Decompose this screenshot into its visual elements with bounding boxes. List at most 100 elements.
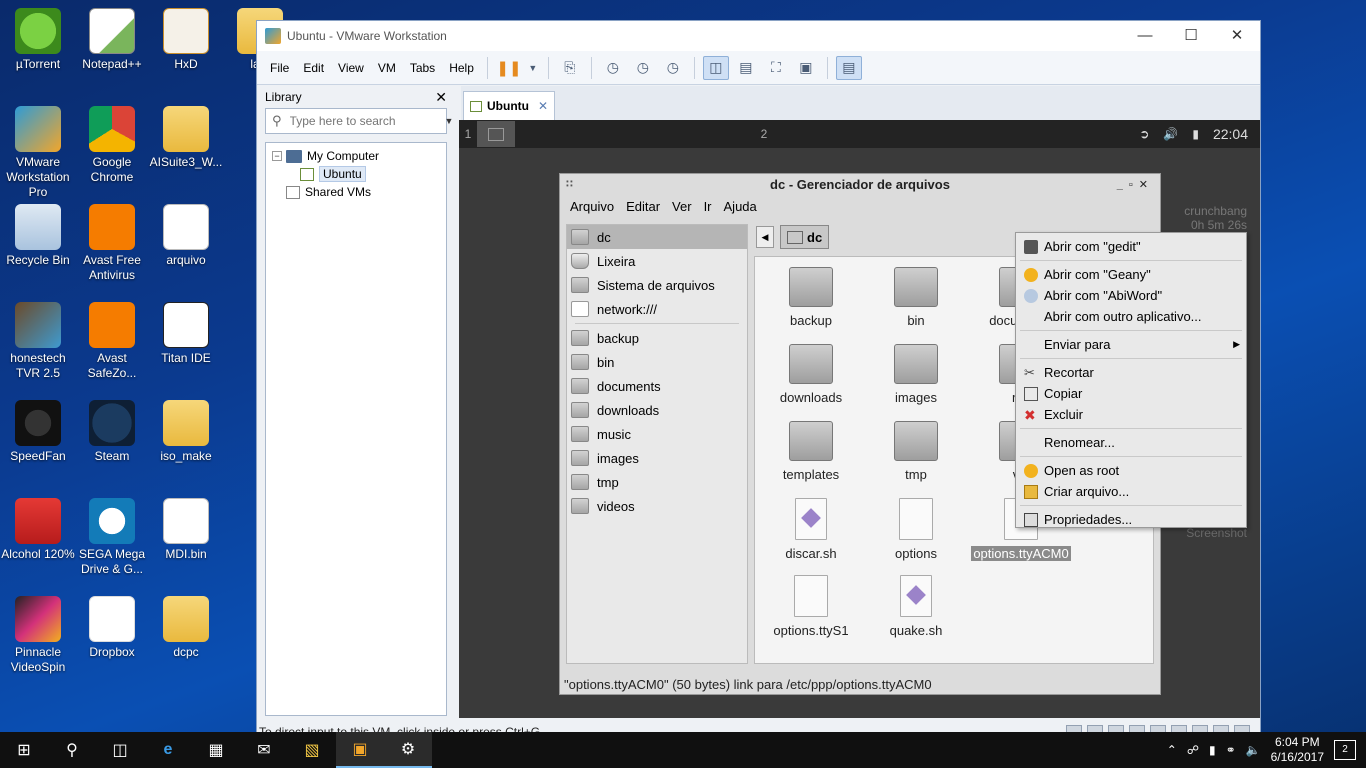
volume-icon[interactable]: 🔈: [1246, 743, 1261, 757]
file-item[interactable]: backup: [759, 267, 863, 328]
wifi-icon[interactable]: ⚭: [1226, 743, 1236, 757]
window-menu-icon[interactable]: ∷: [566, 179, 573, 190]
desktop-icon[interactable]: iso_make: [148, 400, 224, 464]
sidebar-bookmark[interactable]: backup: [567, 326, 747, 350]
close-button[interactable]: ✕: [1214, 21, 1260, 51]
ctx-open-other[interactable]: Abrir com outro aplicativo...: [1016, 306, 1246, 327]
sidebar-item-network[interactable]: network:///: [567, 297, 747, 321]
tree-ubuntu[interactable]: Ubuntu: [272, 165, 440, 183]
file-item[interactable]: downloads: [759, 344, 863, 405]
sidebar-item-home[interactable]: dc: [567, 225, 747, 249]
workspace-window-button[interactable]: [477, 121, 515, 147]
guest-screen[interactable]: 1 2 ➲ 🔊 ▮ 22:04 crunchbang 0h 5m 26s Scr…: [459, 120, 1260, 718]
desktop-icon[interactable]: Dropbox: [74, 596, 150, 660]
ctx-delete[interactable]: ✖ Excluir: [1016, 404, 1246, 425]
menu-view[interactable]: View: [331, 61, 371, 75]
revert-snapshot-icon[interactable]: ◷: [630, 56, 656, 80]
tree-shared-vms[interactable]: Shared VMs: [272, 183, 440, 201]
menu-ajuda[interactable]: Ajuda: [718, 199, 763, 214]
maximize-button[interactable]: ☐: [1168, 21, 1214, 51]
sidebar-bookmark[interactable]: videos: [567, 494, 747, 518]
tree-my-computer[interactable]: − My Computer: [272, 147, 440, 165]
menu-editar[interactable]: Editar: [620, 199, 666, 214]
battery-icon[interactable]: ▮: [1192, 127, 1199, 141]
search-input[interactable]: [289, 114, 445, 128]
close-tab-icon[interactable]: ✕: [538, 99, 548, 113]
ctx-send-to[interactable]: Enviar para ▶: [1016, 334, 1246, 355]
battery-icon[interactable]: ▮: [1209, 743, 1216, 757]
network-status-icon[interactable]: ☍: [1187, 743, 1199, 757]
ctx-create-file[interactable]: Criar arquivo...: [1016, 481, 1246, 502]
desktop-icon[interactable]: Pinnacle VideoSpin: [0, 596, 76, 675]
paint-taskbar-icon[interactable]: ⚙: [384, 732, 432, 768]
thumbnail-view-icon[interactable]: ▤: [733, 56, 759, 80]
desktop-icon[interactable]: Alcohol 120%: [0, 498, 76, 562]
desktop-icon[interactable]: HxD: [148, 8, 224, 72]
console-view-icon[interactable]: ▤: [835, 55, 862, 80]
ctx-open-abiword[interactable]: Abrir com "AbiWord": [1016, 285, 1246, 306]
collapse-icon[interactable]: −: [272, 151, 282, 161]
window-buttons[interactable]: _▫✕: [1117, 178, 1154, 191]
desktop-icon[interactable]: Avast SafeZo...: [74, 302, 150, 381]
desktop-icon[interactable]: MDI.bin: [148, 498, 224, 562]
sidebar-bookmark[interactable]: music: [567, 422, 747, 446]
chevron-down-icon[interactable]: ▼: [526, 56, 540, 80]
ctx-copy[interactable]: Copiar: [1016, 383, 1246, 404]
file-explorer-icon[interactable]: ▧: [288, 732, 336, 768]
desktop-icon[interactable]: Google Chrome: [74, 106, 150, 185]
file-item[interactable]: discar.sh: [759, 498, 863, 561]
file-item[interactable]: tmp: [864, 421, 968, 482]
tab-ubuntu[interactable]: Ubuntu ✕: [463, 91, 555, 120]
windows-start-icon[interactable]: ⊞: [0, 732, 48, 768]
sidebar-bookmark[interactable]: tmp: [567, 470, 747, 494]
desktop-icon[interactable]: Recycle Bin: [0, 204, 76, 268]
desktop-icon[interactable]: dcpc: [148, 596, 224, 660]
file-item[interactable]: templates: [759, 421, 863, 482]
edge-icon[interactable]: e: [144, 732, 192, 768]
chevron-down-icon[interactable]: ▼: [445, 116, 454, 126]
search-icon[interactable]: ⚲: [48, 732, 96, 768]
ctx-open-gedit[interactable]: Abrir com "gedit": [1016, 236, 1246, 257]
menu-vm[interactable]: VM: [371, 61, 403, 75]
file-item[interactable]: bin: [864, 267, 968, 328]
ctx-open-root[interactable]: Open as root: [1016, 460, 1246, 481]
file-item[interactable]: options.ttyS1: [759, 575, 863, 638]
snapshot-manager-icon[interactable]: ◷: [660, 56, 686, 80]
snapshot-icon[interactable]: ◷: [600, 56, 626, 80]
menu-help[interactable]: Help: [442, 61, 481, 75]
minimize-button[interactable]: —: [1122, 21, 1168, 51]
fullscreen-icon[interactable]: ⛶: [763, 56, 789, 80]
network-icon[interactable]: ➲: [1139, 127, 1149, 141]
workspace-1[interactable]: 1: [459, 127, 477, 141]
vmware-taskbar-icon[interactable]: ▣: [336, 732, 384, 768]
ctx-properties[interactable]: Propriedades...: [1016, 509, 1246, 530]
menu-file[interactable]: File: [263, 61, 296, 75]
sidebar-item-trash[interactable]: Lixeira: [567, 249, 747, 273]
action-center-icon[interactable]: 2: [1334, 740, 1356, 760]
ctx-open-geany[interactable]: Abrir com "Geany": [1016, 264, 1246, 285]
menu-ver[interactable]: Ver: [666, 199, 698, 214]
desktop-icon[interactable]: Avast Free Antivirus: [74, 204, 150, 283]
workspace-2[interactable]: 2: [755, 127, 773, 141]
sidebar-bookmark[interactable]: downloads: [567, 398, 747, 422]
volume-icon[interactable]: 🔊: [1163, 127, 1178, 141]
file-item[interactable]: options: [864, 498, 968, 561]
menu-tabs[interactable]: Tabs: [403, 61, 442, 75]
desktop-icon[interactable]: Steam: [74, 400, 150, 464]
pause-icon[interactable]: ❚❚: [496, 56, 522, 80]
desktop-icon[interactable]: arquivo: [148, 204, 224, 268]
menu-edit[interactable]: Edit: [296, 61, 331, 75]
sidebar-bookmark[interactable]: documents: [567, 374, 747, 398]
path-crumb[interactable]: dc: [780, 225, 830, 249]
send-keys-icon[interactable]: ⎘: [557, 56, 583, 80]
close-library-icon[interactable]: ✕: [435, 89, 447, 106]
sidebar-bookmark[interactable]: bin: [567, 350, 747, 374]
desktop-icon[interactable]: SpeedFan: [0, 400, 76, 464]
menu-ir[interactable]: Ir: [698, 199, 718, 214]
desktop-icon[interactable]: Notepad++: [74, 8, 150, 72]
show-hidden-icons-icon[interactable]: ⌃: [1167, 743, 1177, 757]
menu-arquivo[interactable]: Arquivo: [564, 199, 620, 214]
unity-icon[interactable]: ▣: [793, 56, 819, 80]
sidebar-item-filesystem[interactable]: Sistema de arquivos: [567, 273, 747, 297]
ctx-cut[interactable]: ✂ Recortar: [1016, 362, 1246, 383]
